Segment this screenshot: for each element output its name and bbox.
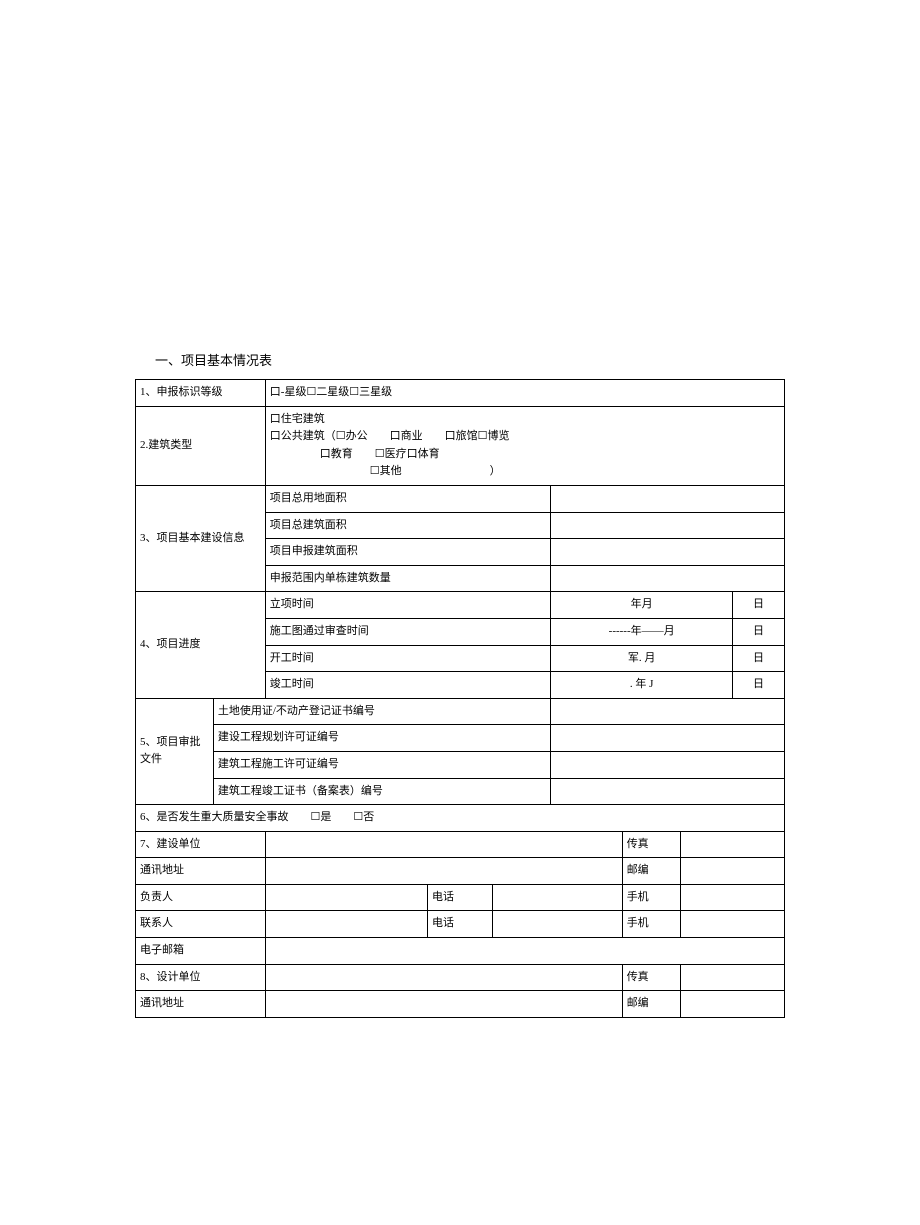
val-total-area (551, 512, 785, 539)
label-land-area: 项目总用地面积 (265, 485, 551, 512)
val-rating: 口-星级☐二星级☐三星级 (265, 380, 784, 407)
val-completion-cert (551, 778, 785, 805)
label-building-type: 2.建筑类型 (136, 406, 266, 485)
label-tel-1: 电话 (428, 884, 493, 911)
label-builder: 7、建设单位 (136, 831, 266, 858)
label-email: 电子邮箱 (136, 938, 266, 965)
label-postcode: 邮编 (622, 858, 680, 885)
label-construction-permit: 建筑工程施工许可证编号 (213, 751, 550, 778)
label-completion-cert: 建筑工程竣工证书（备案表）编号 (213, 778, 550, 805)
val-setup-d: 日 (733, 592, 785, 619)
val-postcode-2 (681, 991, 785, 1018)
val-postcode (681, 858, 785, 885)
label-head: 负责人 (136, 884, 266, 911)
label-postcode-2: 邮编 (622, 991, 680, 1018)
label-tel-2: 电话 (428, 911, 493, 938)
val-planning-permit (551, 725, 785, 752)
label-progress: 4、项目进度 (136, 592, 266, 698)
val-address-2 (265, 991, 622, 1018)
label-review-date: 施工图通过审查时间 (265, 618, 551, 645)
label-fax-2: 传真 (622, 964, 680, 991)
val-mobile-2 (681, 911, 785, 938)
label-rating: 1、申报标识等级 (136, 380, 266, 407)
label-land-cert: 土地使用证/不动产登记证书编号 (213, 698, 550, 725)
label-contact: 联系人 (136, 911, 266, 938)
val-setup-ym: 年月 (551, 592, 733, 619)
val-start-ym: 军. 月 (551, 645, 733, 672)
val-land-area (551, 485, 785, 512)
val-designer (265, 964, 622, 991)
label-mobile-1: 手机 (622, 884, 680, 911)
label-planning-permit: 建设工程规划许可证编号 (213, 725, 550, 752)
label-designer: 8、设计单位 (136, 964, 266, 991)
val-contact (265, 911, 427, 938)
val-builder (265, 831, 622, 858)
label-apply-area: 项目申报建筑面积 (265, 539, 551, 566)
label-setup-date: 立项时间 (265, 592, 551, 619)
val-land-cert (551, 698, 785, 725)
val-mobile-1 (681, 884, 785, 911)
label-complete-date: 竣工时间 (265, 672, 551, 699)
label-mobile-2: 手机 (622, 911, 680, 938)
label-basic-info: 3、项目基本建设信息 (136, 485, 266, 591)
label-fax: 传真 (622, 831, 680, 858)
val-building-type: 口住宅建筑 口公共建筑（☐办公 口商业 口旅馆☐博览 口教育 ☐医疗口体育 ☐其… (265, 406, 784, 485)
val-tel-2 (492, 911, 622, 938)
label-address: 通讯地址 (136, 858, 266, 885)
label-accident: 6、是否发生重大质量安全事故 ☐是 ☐否 (136, 805, 785, 832)
val-review-d: 日 (733, 618, 785, 645)
project-info-table: 1、申报标识等级 口-星级☐二星级☐三星级 2.建筑类型 口住宅建筑 口公共建筑… (135, 379, 785, 1018)
label-total-area: 项目总建筑面积 (265, 512, 551, 539)
val-address (265, 858, 622, 885)
label-building-count: 申报范围内单栋建筑数量 (265, 565, 551, 592)
val-fax (681, 831, 785, 858)
label-start-date: 开工时间 (265, 645, 551, 672)
val-construction-permit (551, 751, 785, 778)
val-apply-area (551, 539, 785, 566)
val-review-ym: ------年——月 (551, 618, 733, 645)
label-approval-docs: 5、项目审批文件 (136, 698, 214, 804)
section-title: 一、项目基本情况表 (155, 350, 785, 369)
val-tel-1 (492, 884, 622, 911)
val-complete-d: 日 (733, 672, 785, 699)
val-start-d: 日 (733, 645, 785, 672)
val-head (265, 884, 427, 911)
val-email (265, 938, 784, 965)
val-complete-ym: . 年 J (551, 672, 733, 699)
label-address-2: 通讯地址 (136, 991, 266, 1018)
val-building-count (551, 565, 785, 592)
val-fax-2 (681, 964, 785, 991)
